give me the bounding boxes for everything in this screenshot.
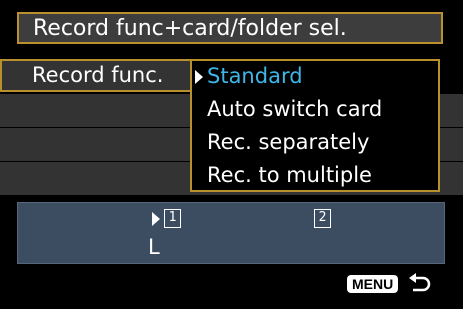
menu-button-badge[interactable]: MENU (347, 275, 399, 293)
option-rec-to-multiple[interactable]: Rec. to multiple (207, 162, 372, 188)
card-2-icon: 2 (314, 209, 331, 228)
title-bar: Record func+card/folder sel. (17, 12, 443, 44)
option-standard[interactable]: Standard (207, 63, 303, 89)
image-quality-value: L (148, 235, 160, 259)
card-1-icon: 1 (164, 209, 181, 228)
option-rec-separately[interactable]: Rec. separately (207, 129, 369, 155)
active-card-pointer-icon (152, 212, 160, 226)
selection-pointer-icon (195, 70, 203, 84)
return-arrow-icon[interactable] (407, 273, 433, 295)
card-info-panel: 1 2 L (17, 202, 445, 264)
record-func-label: Record func. (32, 63, 164, 87)
record-func-dropdown[interactable]: Standard Auto switch card Rec. separatel… (190, 59, 440, 192)
option-auto-switch-card[interactable]: Auto switch card (207, 96, 382, 122)
page-title: Record func+card/folder sel. (33, 16, 347, 41)
